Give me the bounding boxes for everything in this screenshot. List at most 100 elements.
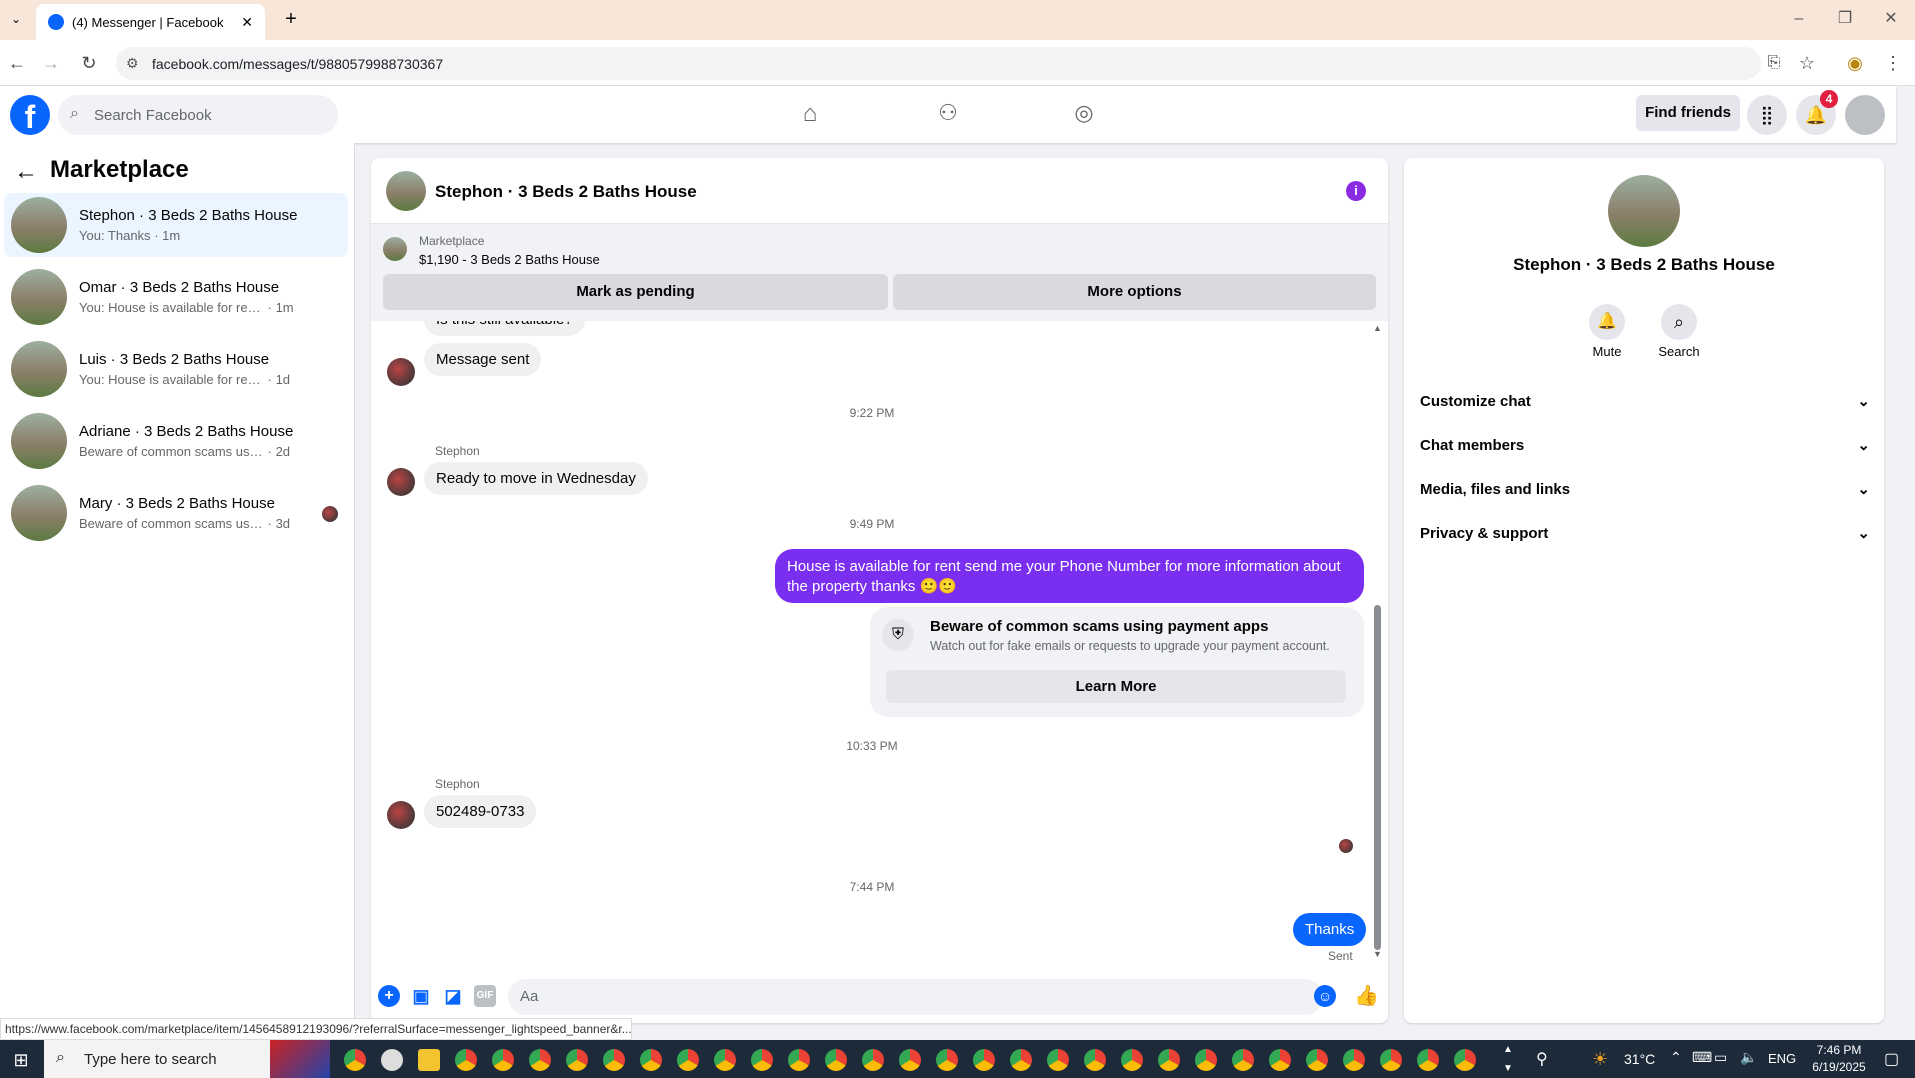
chat-title[interactable]: Stephon · 3 Beds 2 Baths House [435,182,697,202]
plus-icon[interactable]: + [378,985,400,1007]
photo-icon[interactable]: ▣ [410,985,432,1007]
chrome-icon[interactable] [455,1049,477,1071]
conversation-item[interactable]: Mary · 3 Beds 2 Baths House Beware of co… [4,481,348,545]
chrome-icon[interactable] [492,1049,514,1071]
listing-title[interactable]: $1,190 - 3 Beds 2 Baths House [419,252,600,267]
chrome-icon[interactable] [1047,1049,1069,1071]
section-media-files[interactable]: Media, files and links ⌄ [1420,469,1870,509]
emoji-icon[interactable]: ☺ [1314,985,1336,1007]
restore-icon[interactable]: ❐ [1834,8,1856,30]
home-icon[interactable]: ⌂ [795,100,825,130]
section-customize-chat[interactable]: Customize chat ⌄ [1420,381,1870,421]
people-icon[interactable]: ⚲ [1536,1049,1548,1069]
new-tab-button[interactable]: + [280,8,302,30]
forward-icon[interactable]: → [40,52,62,74]
chrome-icon[interactable] [1195,1049,1217,1071]
menu-grid-icon[interactable]: ⣿ [1747,95,1787,135]
conversation-item[interactable]: Adriane · 3 Beds 2 Baths House Beware of… [4,409,348,473]
taskbar-search[interactable]: ⌕ Type here to search [44,1040,270,1078]
chrome-icon[interactable] [344,1049,366,1071]
section-privacy-support[interactable]: Privacy & support ⌄ [1420,513,1870,553]
chrome-icon[interactable] [529,1049,551,1071]
search-icon: ⌕ [56,1049,65,1066]
file-explorer-icon[interactable] [418,1049,440,1071]
chrome-icon[interactable] [751,1049,773,1071]
sticker-icon[interactable]: ◪ [442,985,464,1007]
mute-bell-icon[interactable]: 🔔 [1589,304,1625,340]
chrome-icon[interactable] [640,1049,662,1071]
tab-list-icon[interactable]: ⌄ [6,9,26,29]
chrome-icon[interactable] [1306,1049,1328,1071]
browser-menu-icon[interactable]: ⋮ [1882,52,1904,74]
minimize-icon[interactable]: – [1788,8,1810,30]
chrome-icon[interactable] [1343,1049,1365,1071]
scrollbar-thumb[interactable] [1374,605,1381,950]
chrome-icon[interactable] [1121,1049,1143,1071]
conversation-item[interactable]: Luis · 3 Beds 2 Baths House You: House i… [4,337,348,401]
learn-more-button[interactable]: Learn More [886,670,1346,703]
like-thumb-icon[interactable]: 👍 [1354,985,1379,1007]
account-avatar[interactable] [1845,95,1885,135]
chrome-icon[interactable] [936,1049,958,1071]
app-icon[interactable] [381,1049,403,1071]
language-indicator[interactable]: ENG [1768,1051,1796,1066]
outgoing-message: Thanks [1293,913,1367,946]
notification-center-icon[interactable]: ▢ [1884,1049,1899,1069]
chrome-icon[interactable] [788,1049,810,1071]
network-icon[interactable]: ⌨ [1692,1049,1712,1066]
chrome-icon[interactable] [566,1049,588,1071]
conversation-item[interactable]: Omar · 3 Beds 2 Baths House You: House i… [4,265,348,329]
chrome-icon[interactable] [1010,1049,1032,1071]
chrome-icon[interactable] [862,1049,884,1071]
friends-icon[interactable]: ⚇ [933,100,963,130]
chrome-icon[interactable] [603,1049,625,1071]
scroll-up-icon[interactable]: ▲ [1373,323,1382,333]
back-arrow-icon[interactable]: ← [14,158,38,186]
chrome-icon[interactable] [1417,1049,1439,1071]
windows-start-icon[interactable]: ⊞ [10,1049,32,1071]
info-icon[interactable]: i [1346,181,1366,201]
gif-icon[interactable]: GIF [474,985,496,1007]
chrome-icon[interactable] [899,1049,921,1071]
site-info-icon[interactable]: ⚙ [126,55,139,72]
chrome-icon[interactable] [825,1049,847,1071]
back-icon[interactable]: ← [6,52,28,74]
scroll-down-icon[interactable]: ▼ [1373,949,1382,959]
close-tab-icon[interactable]: ✕ [241,14,253,31]
groups-icon[interactable]: ◎ [1069,100,1099,130]
chrome-icon[interactable] [1380,1049,1402,1071]
tray-chevron-icon[interactable]: ⌃ [1670,1049,1682,1066]
facebook-logo[interactable]: f [10,95,50,135]
taskbar-scroll-icon[interactable]: ▲ ▼ [1502,1040,1514,1078]
volume-icon[interactable]: 🔈 [1740,1049,1757,1066]
chat-avatar[interactable] [386,171,426,211]
chrome-icon[interactable] [1269,1049,1291,1071]
section-chat-members[interactable]: Chat members ⌄ [1420,425,1870,465]
more-options-button[interactable]: More options [893,274,1376,310]
mark-pending-button[interactable]: Mark as pending [383,274,888,310]
chrome-icon[interactable] [1454,1049,1476,1071]
chrome-icon[interactable] [677,1049,699,1071]
profile-icon[interactable]: ◉ [1844,52,1866,74]
facebook-search-input[interactable]: ⌕ Search Facebook [58,95,338,135]
battery-icon[interactable]: ▭ [1714,1049,1727,1066]
clock-date[interactable]: 6/19/2025 [1804,1060,1874,1074]
search-icon[interactable]: ⌕ [1661,304,1697,340]
chrome-icon[interactable] [1158,1049,1180,1071]
chrome-icon[interactable] [714,1049,736,1071]
sender-name: Stephon [435,444,480,458]
url-field[interactable]: ⚙ facebook.com/messages/t/98805799887303… [116,47,1761,80]
find-friends-button[interactable]: Find friends [1636,95,1740,131]
conversation-item[interactable]: Stephon · 3 Beds 2 Baths House You: Than… [4,193,348,257]
bookmark-star-icon[interactable]: ☆ [1796,52,1818,74]
widget-image[interactable] [270,1040,330,1078]
install-app-icon[interactable]: ⎘ [1763,52,1785,74]
chrome-icon[interactable] [973,1049,995,1071]
reload-icon[interactable]: ↻ [78,52,100,74]
browser-tab[interactable]: (4) Messenger | Facebook ✕ [36,4,265,40]
close-window-icon[interactable]: ✕ [1880,8,1902,30]
clock-time[interactable]: 7:46 PM [1804,1043,1874,1057]
message-input[interactable]: Aa [508,979,1323,1015]
chrome-icon[interactable] [1084,1049,1106,1071]
chrome-icon[interactable] [1232,1049,1254,1071]
